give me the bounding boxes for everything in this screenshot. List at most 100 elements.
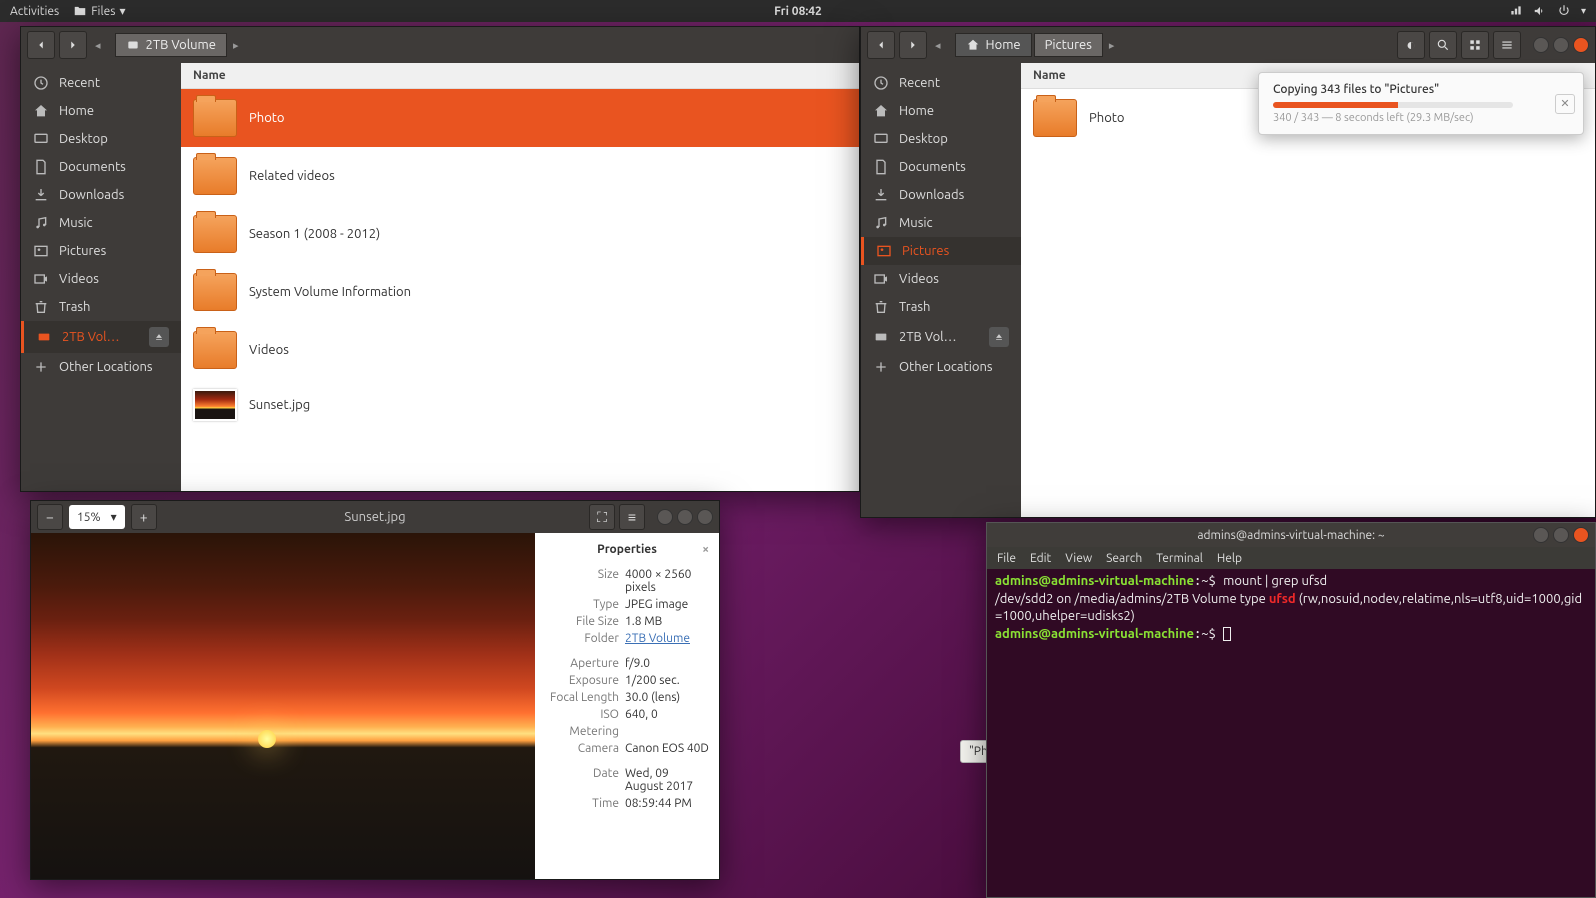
cancel-copy-button[interactable]: ✕	[1555, 94, 1575, 114]
path-segment-pictures[interactable]: Pictures	[1034, 33, 1103, 57]
menu-search[interactable]: Search	[1106, 552, 1142, 565]
maximize-button[interactable]	[1553, 37, 1569, 53]
sidebar-item-desktop[interactable]: Desktop	[21, 125, 181, 153]
sidebar-item-recent[interactable]: Recent	[21, 69, 181, 97]
sidebar-item-home[interactable]: Home	[861, 97, 1021, 125]
forward-button[interactable]	[899, 31, 927, 59]
folder-icon	[193, 157, 237, 195]
properties-title: Properties	[597, 543, 657, 556]
sidebar-item-videos[interactable]: Videos	[861, 265, 1021, 293]
list-item[interactable]: Photo	[181, 89, 859, 147]
sidebar-item-videos[interactable]: Videos	[21, 265, 181, 293]
back-button[interactable]	[27, 31, 55, 59]
menu-terminal[interactable]: Terminal	[1156, 552, 1203, 565]
maximize-button[interactable]	[1553, 527, 1569, 543]
eject-button[interactable]	[149, 327, 169, 347]
sidebar-item-volume[interactable]: 2TB Vol…	[861, 321, 1021, 353]
sidebar-item-volume[interactable]: 2TB Vol…	[21, 321, 181, 353]
sidebar-item-documents[interactable]: Documents	[21, 153, 181, 181]
menu-view[interactable]: View	[1065, 552, 1092, 565]
hamburger-menu-button[interactable]: ≡	[619, 504, 645, 530]
search-button[interactable]	[1429, 31, 1457, 59]
sidebar-item-downloads[interactable]: Downloads	[21, 181, 181, 209]
zoom-in-button[interactable]: +	[131, 504, 157, 530]
list-item[interactable]: System Volume Information	[181, 263, 859, 321]
eject-button[interactable]	[989, 327, 1009, 347]
path-segment-volume[interactable]: 2TB Volume	[115, 33, 227, 57]
terminal-body[interactable]: admins@admins-virtual-machine:~$ mount |…	[987, 569, 1595, 897]
properties-panel: Properties× Size4000 × 2560 pixels TypeJ…	[535, 533, 719, 879]
sidebar-item-music[interactable]: Music	[861, 209, 1021, 237]
cursor	[1223, 627, 1231, 641]
sidebar-item-desktop[interactable]: Desktop	[861, 125, 1021, 153]
progress-bar	[1273, 102, 1513, 108]
folder-icon	[193, 215, 237, 253]
minimize-button[interactable]	[657, 509, 673, 525]
close-button[interactable]	[1573, 37, 1589, 53]
terminal-window: admins@admins-virtual-machine: ~ File Ed…	[986, 522, 1596, 898]
column-header-name[interactable]: Name	[181, 63, 859, 89]
activities-button[interactable]: Activities	[10, 5, 59, 18]
path-segment-home[interactable]: Home	[955, 33, 1032, 57]
hamburger-menu-button[interactable]	[1493, 31, 1521, 59]
close-button[interactable]	[697, 509, 713, 525]
sidebar-item-pictures[interactable]: Pictures	[861, 237, 1021, 265]
file-manager-window-1: ◂ 2TB Volume ▸ Recent Home Desktop Docum…	[20, 26, 860, 492]
list-item[interactable]: Related videos	[181, 147, 859, 205]
chevron-down-icon[interactable]: ▾	[1581, 5, 1586, 17]
sidebar-item-recent[interactable]: Recent	[861, 69, 1021, 97]
minimize-button[interactable]	[1533, 527, 1549, 543]
fullscreen-button[interactable]: ⛶	[589, 504, 615, 530]
copy-progress-notification: Copying 343 files to "Pictures" 340 / 34…	[1258, 72, 1584, 135]
image-thumb	[193, 389, 237, 421]
sidebar-item-home[interactable]: Home	[21, 97, 181, 125]
view-grid-button[interactable]	[1461, 31, 1489, 59]
terminal-titlebar[interactable]: admins@admins-virtual-machine: ~	[987, 523, 1595, 547]
sidebar-item-other[interactable]: Other Locations	[21, 353, 181, 381]
image-title: Sunset.jpg	[344, 510, 405, 524]
path-chevron-icon[interactable]: ▸	[1105, 39, 1119, 52]
file-list: Name Photo Related videos Season 1 (2008…	[181, 63, 859, 491]
forward-button[interactable]	[59, 31, 87, 59]
image-canvas[interactable]	[31, 533, 535, 879]
sidebar-item-music[interactable]: Music	[21, 209, 181, 237]
list-item[interactable]: Season 1 (2008 - 2012)	[181, 205, 859, 263]
menu-help[interactable]: Help	[1217, 552, 1242, 565]
contrast-button[interactable]: ◐	[1397, 31, 1425, 59]
terminal-menubar: File Edit View Search Terminal Help	[987, 547, 1595, 569]
toolbar: − 15%▾ + Sunset.jpg ⛶ ≡	[31, 501, 719, 533]
folder-icon	[193, 331, 237, 369]
volume-icon[interactable]	[1533, 4, 1547, 18]
sidebar-item-trash[interactable]: Trash	[21, 293, 181, 321]
close-button[interactable]	[1573, 527, 1589, 543]
sidebar-item-downloads[interactable]: Downloads	[861, 181, 1021, 209]
toolbar: ◂ Home Pictures ▸ ◐	[861, 27, 1595, 63]
back-button[interactable]	[867, 31, 895, 59]
sidebar: Recent Home Desktop Documents Downloads …	[21, 63, 181, 491]
home-icon	[966, 38, 980, 52]
path-chevron-icon: ◂	[931, 39, 945, 52]
path-chevron-icon: ◂	[91, 39, 105, 52]
gnome-topbar: Activities Files ▾ Fri 08:42 ▾	[0, 0, 1596, 22]
power-icon[interactable]	[1557, 4, 1571, 18]
maximize-button[interactable]	[677, 509, 693, 525]
sidebar-item-other[interactable]: Other Locations	[861, 353, 1021, 381]
menu-file[interactable]: File	[997, 552, 1016, 565]
sidebar-item-pictures[interactable]: Pictures	[21, 237, 181, 265]
zoom-select[interactable]: 15%▾	[69, 505, 125, 529]
sidebar-item-trash[interactable]: Trash	[861, 293, 1021, 321]
list-item[interactable]: Sunset.jpg	[181, 379, 859, 431]
zoom-out-button[interactable]: −	[37, 504, 63, 530]
path-chevron-icon[interactable]: ▸	[229, 39, 243, 52]
close-panel-button[interactable]: ×	[702, 543, 709, 556]
folder-link[interactable]: 2TB Volume	[625, 632, 709, 645]
app-menu[interactable]: Files ▾	[73, 4, 125, 18]
list-item[interactable]: Videos	[181, 321, 859, 379]
clock[interactable]: Fri 08:42	[774, 5, 822, 18]
sidebar-item-documents[interactable]: Documents	[861, 153, 1021, 181]
minimize-button[interactable]	[1533, 37, 1549, 53]
network-icon[interactable]	[1509, 4, 1523, 18]
menu-edit[interactable]: Edit	[1030, 552, 1051, 565]
folder-icon	[1033, 99, 1077, 137]
copy-title: Copying 343 files to "Pictures"	[1273, 83, 1569, 96]
